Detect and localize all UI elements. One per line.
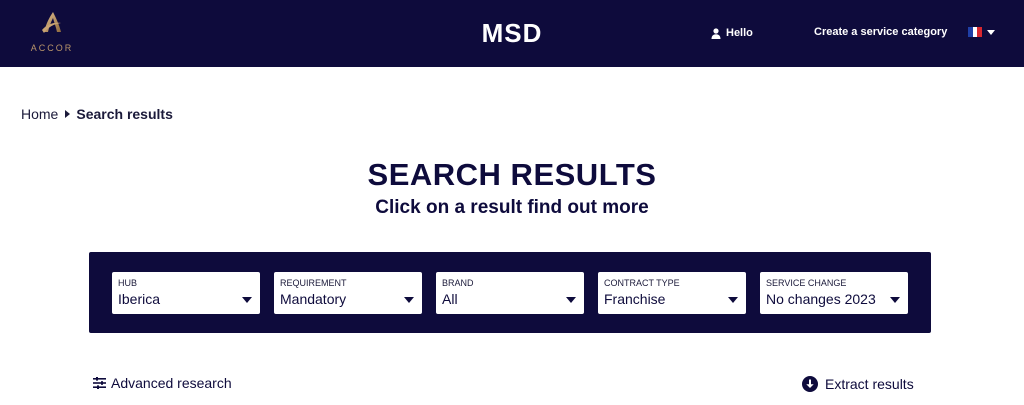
filter-label: CONTRACT TYPE xyxy=(604,278,680,288)
filter-label: BRAND xyxy=(442,278,474,288)
filter-service-change-select[interactable]: SERVICE CHANGE No changes 2023 xyxy=(760,272,908,314)
advanced-research-button[interactable]: Advanced research xyxy=(93,375,232,391)
caret-down-icon xyxy=(890,297,900,303)
filter-requirement-select[interactable]: REQUIREMENT Mandatory xyxy=(274,272,422,314)
user-menu[interactable]: Hello xyxy=(711,25,753,41)
filter-value: All xyxy=(442,291,458,307)
caret-down-icon xyxy=(728,297,738,303)
caret-down-icon xyxy=(566,297,576,303)
advanced-research-label: Advanced research xyxy=(111,375,232,391)
breadcrumb-current: Search results xyxy=(76,106,173,122)
chevron-right-icon xyxy=(65,110,71,118)
breadcrumb: Home Search results xyxy=(21,106,173,122)
top-navbar: ACCOR MSD Hello Create a service categor… xyxy=(0,0,1024,67)
create-service-category-link[interactable]: Create a service category xyxy=(814,26,947,38)
extract-results-button[interactable]: Extract results xyxy=(802,376,914,392)
hello-label: Hello xyxy=(726,27,753,39)
filter-value: Franchise xyxy=(604,291,666,307)
caret-down-icon xyxy=(242,297,252,303)
filter-contract-type-select[interactable]: CONTRACT TYPE Franchise xyxy=(598,272,746,314)
filter-panel: HUB Iberica REQUIREMENT Mandatory BRAND … xyxy=(89,252,931,333)
page-subtitle: Click on a result find out more xyxy=(375,197,649,218)
filter-hub-select[interactable]: HUB Iberica xyxy=(112,272,260,314)
french-flag-icon xyxy=(968,27,983,37)
extract-results-label: Extract results xyxy=(825,376,914,392)
filter-label: SERVICE CHANGE xyxy=(766,278,847,288)
download-circle-icon xyxy=(802,376,818,392)
caret-down-icon xyxy=(404,297,414,303)
filter-value: Iberica xyxy=(118,291,161,307)
filter-label: REQUIREMENT xyxy=(280,278,347,288)
user-icon xyxy=(711,27,721,39)
filter-label: HUB xyxy=(118,278,138,288)
chevron-down-icon xyxy=(987,29,995,35)
language-selector[interactable] xyxy=(968,27,995,37)
breadcrumb-home[interactable]: Home xyxy=(21,106,58,122)
filter-brand-select[interactable]: BRAND All xyxy=(436,272,584,314)
filter-value: Mandatory xyxy=(280,291,347,307)
page-title: SEARCH RESULTS xyxy=(367,157,657,192)
filter-value: No changes 2023 xyxy=(766,291,876,307)
sliders-icon xyxy=(93,377,106,389)
